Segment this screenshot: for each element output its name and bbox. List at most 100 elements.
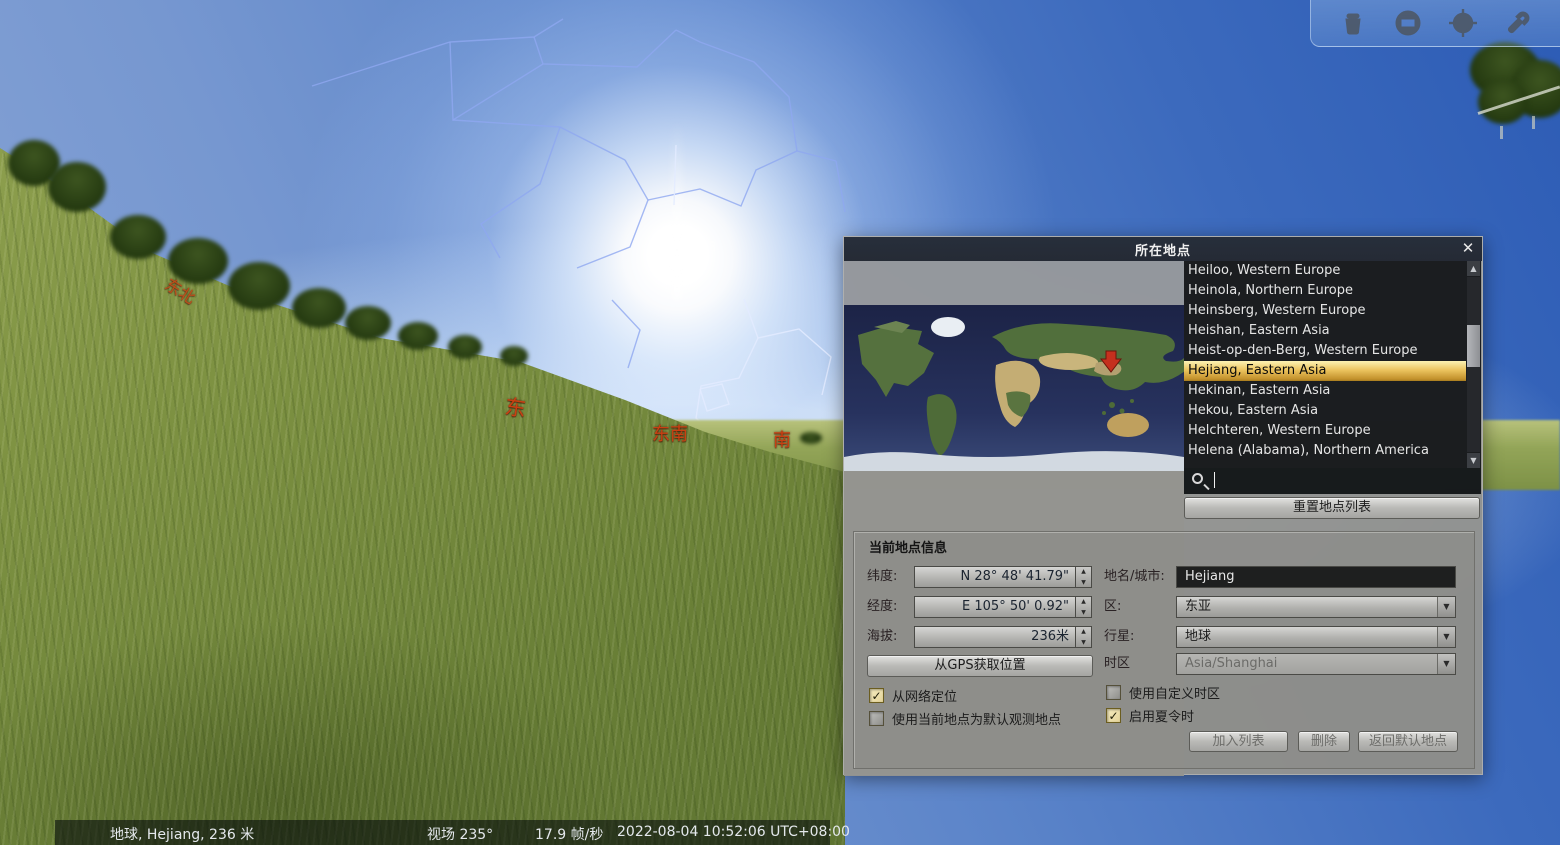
list-item[interactable]: Heinola, Northern Europe xyxy=(1184,281,1466,301)
scroll-up-icon[interactable]: ▲ xyxy=(1467,261,1480,276)
list-item-partial[interactable] xyxy=(1184,461,1466,468)
status-fov: 视场 235° xyxy=(427,824,493,844)
spin-up-icon[interactable]: ▲ xyxy=(1076,567,1091,578)
dialog-title-bar[interactable]: 所在地点 ✕ xyxy=(844,237,1482,261)
status-location: 地球, Hejiang, 236 米 xyxy=(110,824,254,844)
latitude-spinner: ▲ ▼ xyxy=(1076,566,1092,588)
planet-dropdown[interactable]: 地球 ▼ xyxy=(1176,626,1456,648)
map-top-overlay xyxy=(844,261,1184,305)
altitude-label: 海拔: xyxy=(867,626,897,648)
checkbox-label: 从网络定位 xyxy=(892,686,957,705)
checkbox-label: 使用自定义时区 xyxy=(1129,683,1220,702)
list-scrollbar: ▲ ▼ xyxy=(1466,261,1481,468)
timezone-dropdown[interactable]: Asia/Shanghai ▼ xyxy=(1176,653,1456,675)
section-title: 当前地点信息 xyxy=(869,537,947,556)
longitude-spinbox[interactable]: E 105° 50' 0.92" xyxy=(914,596,1076,618)
spin-up-icon[interactable]: ▲ xyxy=(1076,627,1091,638)
status-bar: 地球, Hejiang, 236 米 视场 235° 17.9 帧/秒 2022… xyxy=(55,820,830,845)
reset-location-list-button[interactable]: 重置地点列表 xyxy=(1184,497,1480,519)
checkbox-custom-timezone[interactable]: 使用自定义时区 xyxy=(1106,684,1220,700)
scroll-thumb[interactable] xyxy=(1467,325,1480,367)
location-search-field[interactable] xyxy=(1184,468,1481,494)
sun-name-label: 太阳 xyxy=(692,238,716,255)
latitude-label: 纬度: xyxy=(867,566,897,588)
list-item[interactable]: Heishan, Eastern Asia xyxy=(1184,321,1466,341)
city-name-input[interactable]: Hejiang xyxy=(1176,566,1456,588)
target-icon[interactable] xyxy=(1448,8,1478,38)
search-icon xyxy=(1192,473,1203,484)
list-item[interactable]: Heinsberg, Western Europe xyxy=(1184,301,1466,321)
longitude-label: 经度: xyxy=(867,596,897,618)
checkbox-icon[interactable]: ✓ xyxy=(869,688,884,703)
list-item[interactable]: Helena (Alabama), Northern America xyxy=(1184,441,1466,461)
timezone-value: Asia/Shanghai xyxy=(1185,656,1277,671)
spin-down-icon[interactable]: ▼ xyxy=(1076,608,1091,619)
latitude-spinbox[interactable]: N 28° 48' 41.79" xyxy=(914,566,1076,588)
dropdown-icon[interactable]: ▼ xyxy=(1437,627,1455,647)
altitude-spinner: ▲ ▼ xyxy=(1076,626,1092,648)
bush-silhouette xyxy=(398,322,438,350)
add-to-list-button[interactable]: 加入列表 xyxy=(1189,731,1288,752)
direction-label-east: 东 xyxy=(503,391,528,424)
bush-silhouette xyxy=(500,346,528,366)
checkbox-icon[interactable] xyxy=(1106,685,1121,700)
world-map[interactable] xyxy=(844,305,1184,471)
checkbox-network-locate[interactable]: ✓ 从网络定位 xyxy=(869,687,957,703)
checkbox-daylight-saving[interactable]: ✓ 启用夏令时 xyxy=(1106,707,1194,723)
wrench-icon[interactable] xyxy=(1503,8,1533,38)
top-toolbar xyxy=(1310,0,1560,47)
planet-label: 行星: xyxy=(1104,626,1134,648)
region-dropdown[interactable]: 东亚 ▼ xyxy=(1176,596,1456,618)
region-label: 区: xyxy=(1104,596,1121,618)
stellarium-viewport: 太阳 东北 东 东南 南 xyxy=(0,0,1560,845)
longitude-spinner: ▲ ▼ xyxy=(1076,596,1092,618)
sun-glare-beam xyxy=(672,120,682,300)
dialog-title: 所在地点 xyxy=(1135,240,1191,259)
checkbox-label: 启用夏令时 xyxy=(1129,706,1194,725)
city-name-label: 地名/城市: xyxy=(1104,566,1165,588)
fence-post xyxy=(1500,126,1503,139)
bush-silhouette xyxy=(292,288,346,328)
fence-post xyxy=(1532,116,1535,129)
direction-label-southeast: 东南 xyxy=(652,420,688,446)
status-fps: 17.9 帧/秒 xyxy=(535,824,603,844)
location-dialog: 所在地点 ✕ xyxy=(843,236,1483,775)
timezone-label: 时区 xyxy=(1104,653,1130,675)
dropdown-icon[interactable]: ▼ xyxy=(1437,654,1455,674)
region-value: 东亚 xyxy=(1185,599,1211,614)
status-datetime: 2022-08-04 10:52:06 UTC+08:00 xyxy=(617,824,850,840)
list-item[interactable]: Heist-op-den-Berg, Western Europe xyxy=(1184,341,1466,361)
trash-icon[interactable] xyxy=(1338,8,1368,38)
return-default-button[interactable]: 返回默认地点 xyxy=(1358,731,1458,752)
checkbox-icon[interactable] xyxy=(869,711,884,726)
spin-down-icon[interactable]: ▼ xyxy=(1076,638,1091,649)
get-location-from-gps-button[interactable]: 从GPS获取位置 xyxy=(867,655,1093,677)
planet-value: 地球 xyxy=(1185,629,1211,644)
spin-up-icon[interactable]: ▲ xyxy=(1076,597,1091,608)
spin-down-icon[interactable]: ▼ xyxy=(1076,578,1091,589)
list-item[interactable]: Helchteren, Western Europe xyxy=(1184,421,1466,441)
delete-button[interactable]: 删除 xyxy=(1298,731,1350,752)
altitude-spinbox[interactable]: 236米 xyxy=(914,626,1076,648)
checkbox-use-as-default[interactable]: 使用当前地点为默认观测地点 xyxy=(869,710,1061,726)
list-item[interactable]: Hekinan, Eastern Asia xyxy=(1184,381,1466,401)
list-item[interactable]: Hekou, Eastern Asia xyxy=(1184,401,1466,421)
bush-silhouette xyxy=(448,335,482,359)
text-caret xyxy=(1214,472,1215,488)
bush-silhouette xyxy=(110,215,166,259)
list-item[interactable]: Heiloo, Western Europe xyxy=(1184,261,1466,281)
circle-slot-icon[interactable] xyxy=(1393,8,1423,38)
horizon-tree xyxy=(800,432,822,444)
bush-silhouette xyxy=(345,306,391,340)
treeline-right xyxy=(1478,80,1528,124)
scroll-down-icon[interactable]: ▼ xyxy=(1467,453,1480,468)
close-icon[interactable]: ✕ xyxy=(1459,239,1477,257)
tree-silhouette xyxy=(48,162,106,212)
location-list: Heiloo, Western EuropeHeinola, Northern … xyxy=(1184,261,1466,468)
direction-label-south: 南 xyxy=(773,426,791,452)
checkbox-label: 使用当前地点为默认观测地点 xyxy=(892,709,1061,728)
list-item[interactable]: Hejiang, Eastern Asia xyxy=(1184,361,1466,381)
checkbox-icon[interactable]: ✓ xyxy=(1106,708,1121,723)
bush-silhouette xyxy=(228,262,290,310)
dropdown-icon[interactable]: ▼ xyxy=(1437,597,1455,617)
